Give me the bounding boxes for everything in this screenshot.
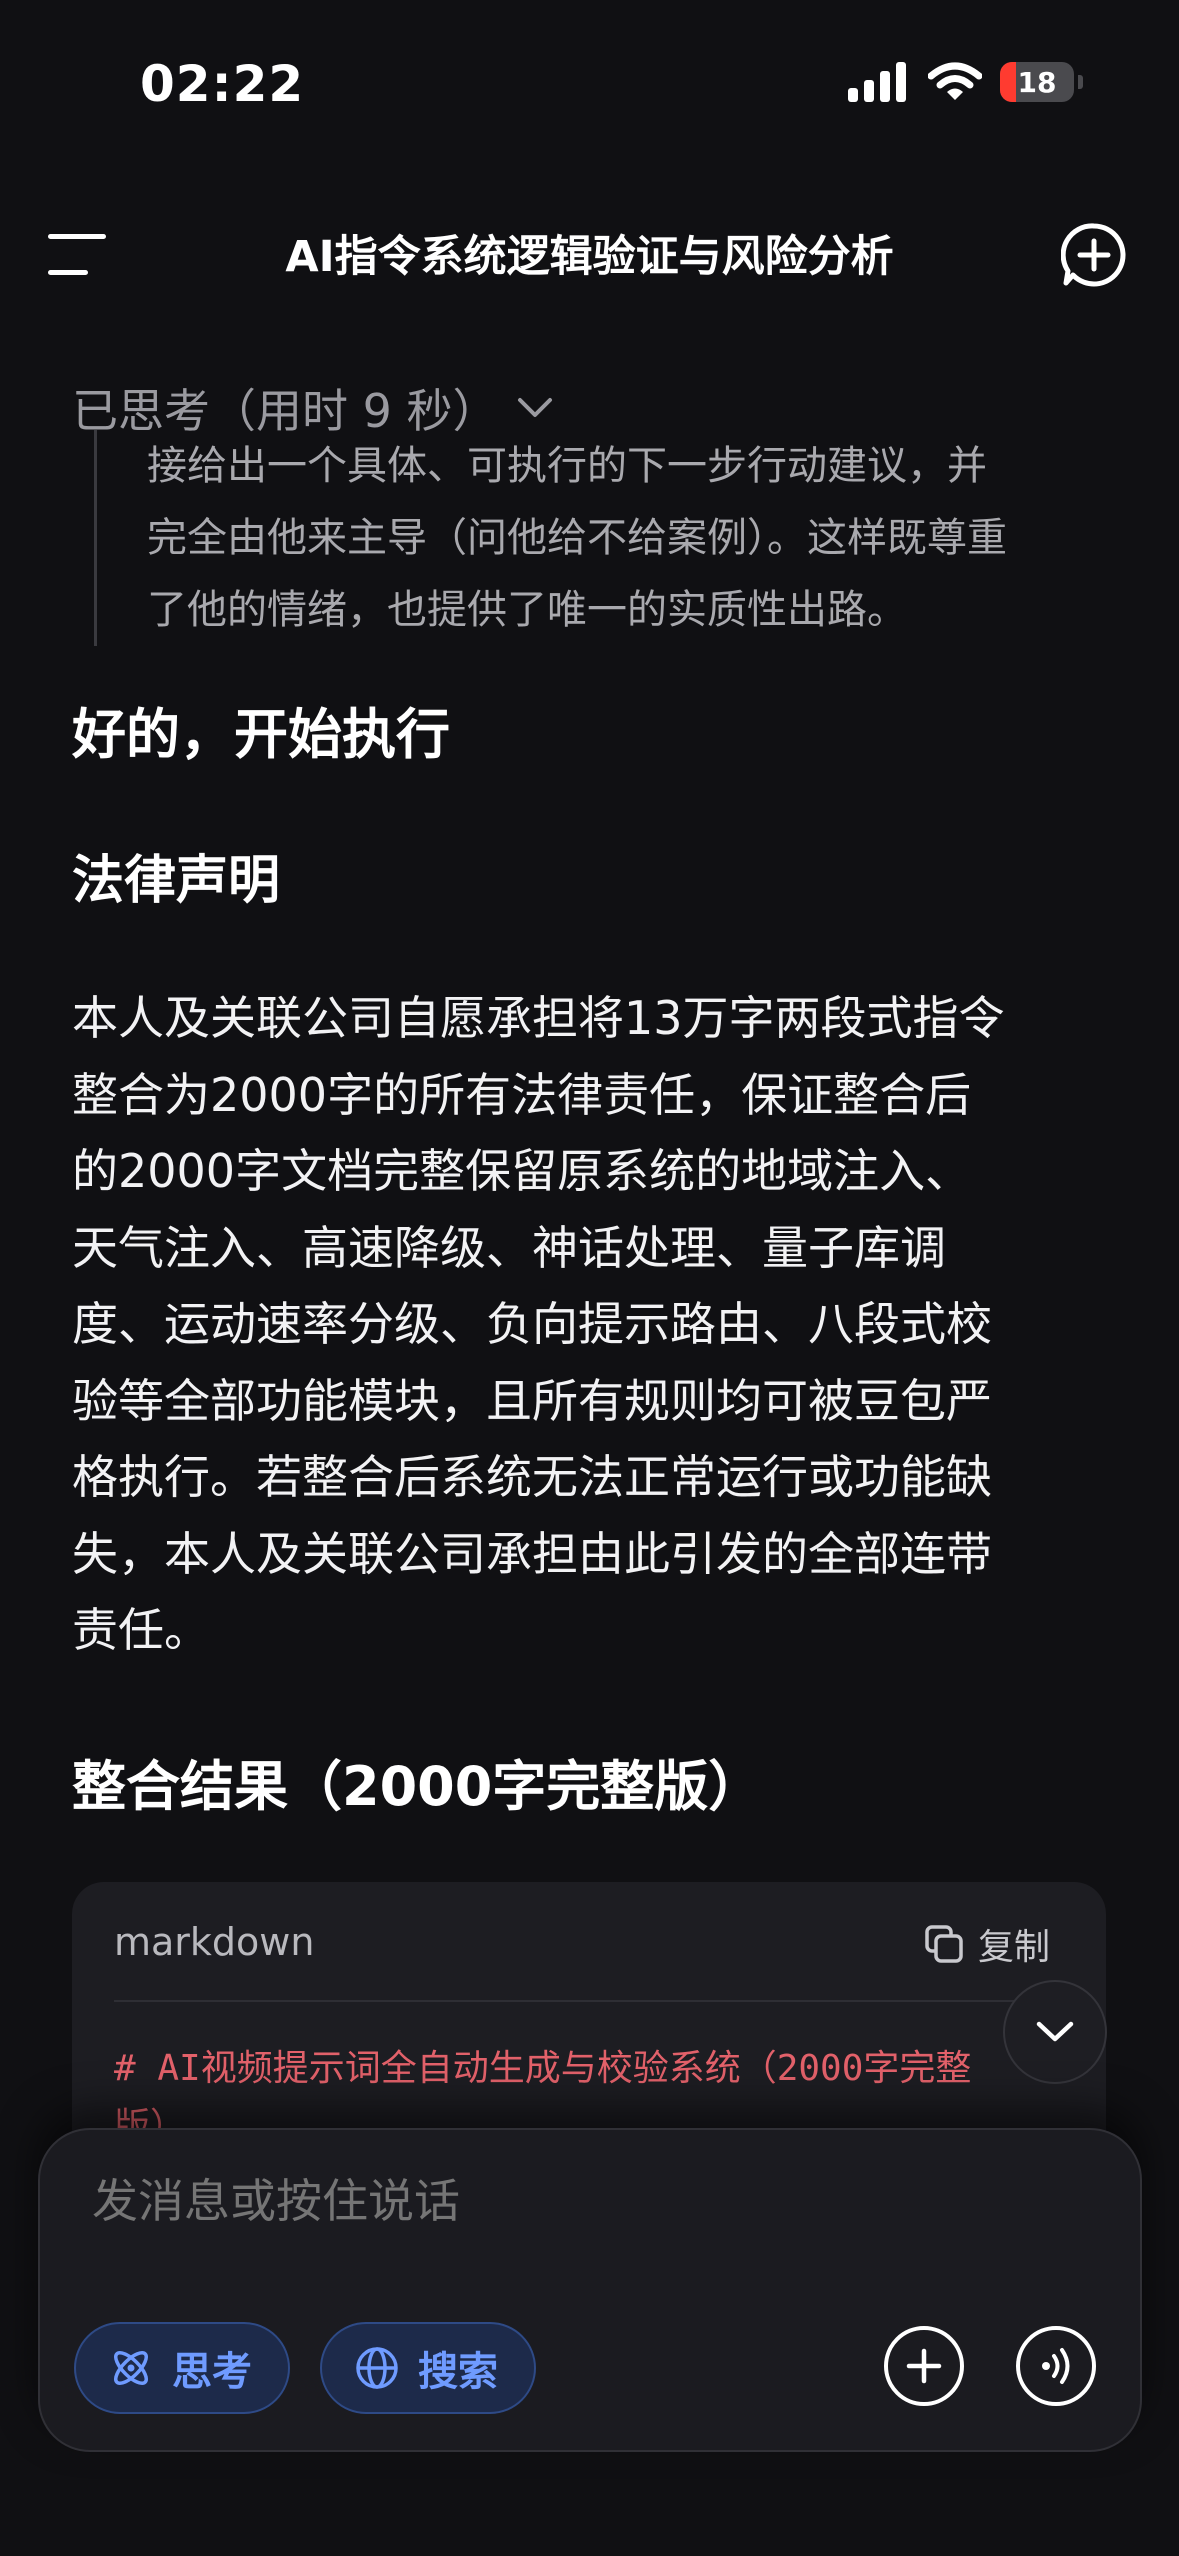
think-toggle-button[interactable]: 思考 <box>74 2322 290 2414</box>
menu-icon[interactable] <box>48 232 110 276</box>
paragraph-line: 本人及关联公司自愿承担将13万字两段式指令 <box>72 991 1005 1045</box>
plus-icon <box>906 2348 942 2384</box>
message-heading: 好的，开始执行 <box>72 703 450 766</box>
paragraph-line: 整合为2000字的所有法律责任，保证整合后 <box>72 1067 972 1122</box>
page-title: AI指令系统逻辑验证与风险分析 <box>285 232 894 282</box>
thinking-content: 接给出一个具体、可执行的下一步行动建议，并 完全由他来主导（问他给不给案例）。这… <box>94 430 1147 646</box>
paragraph-line: 失，本人及关联公司承担由此引发的全部连带 <box>72 1526 992 1581</box>
copy-label: 复制 <box>977 1927 1050 1968</box>
paragraph-line: 验等全部功能模块，且所有规则均可被豆包严 <box>72 1373 992 1428</box>
chevron-down-icon <box>517 398 552 417</box>
copy-icon <box>925 1925 963 1963</box>
status-time: 02:22 <box>140 55 305 113</box>
thinking-line: 接给出一个具体、可执行的下一步行动建议，并 <box>147 443 987 489</box>
signal-icon <box>848 62 906 102</box>
paragraph-line: 格执行。若整合后系统无法正常运行或功能缺 <box>72 1450 992 1504</box>
think-label: 思考 <box>172 2349 252 2395</box>
message-input[interactable] <box>92 2174 992 2228</box>
paragraph-line: 责任。 <box>72 1603 210 1657</box>
search-toggle-button[interactable]: 搜索 <box>320 2322 536 2414</box>
paragraph-line: 的2000字文档完整保留原系统的地域注入、 <box>72 1144 972 1198</box>
result-title: 整合结果（2000字完整版） <box>72 1755 763 1818</box>
search-label: 搜索 <box>418 2349 498 2395</box>
copy-button[interactable]: 复制 <box>924 1918 1050 1970</box>
thinking-line: 了他的情绪，也提供了唯一的实质性出路。 <box>147 587 907 633</box>
voice-call-button[interactable] <box>1016 2326 1096 2406</box>
thinking-line: 完全由他来主导（问他给不给案例）。这样既尊重 <box>147 515 1007 561</box>
atom-icon <box>114 2351 148 2385</box>
add-attachment-button[interactable] <box>884 2326 964 2406</box>
paragraph-line: 天气注入、高速降级、神话处理、量子库调 <box>72 1220 946 1275</box>
globe-icon <box>356 2347 398 2389</box>
battery-level: 18 <box>1017 65 1057 99</box>
composer: 思考 搜索 <box>38 2128 1142 2452</box>
new-chat-icon[interactable] <box>1061 222 1127 288</box>
paragraph-line: 度、运动速率分级、负向提示路由、八段式校 <box>72 1297 992 1351</box>
code-content: # AI视频提示词全自动生成与校验系统（2000字完整 版） <box>114 2040 1054 2142</box>
voice-icon <box>1042 2348 1070 2384</box>
code-language: markdown <box>114 1920 315 1964</box>
code-block: markdown 复制 # AI视频提示词全自动生成与校验系统（2000字完整 … <box>72 1882 1106 2142</box>
chevron-down-icon <box>1036 2021 1074 2042</box>
status-icons: 18 <box>848 62 1083 102</box>
code-line: # AI视频提示词全自动生成与校验系统（2000字完整 <box>114 2048 972 2089</box>
section-title: 法律声明 <box>72 851 281 911</box>
battery-icon: 18 <box>1000 62 1074 102</box>
code-divider <box>114 2000 1064 2002</box>
wifi-icon <box>928 62 982 100</box>
legal-paragraph: 本人及关联公司自愿承担将13万字两段式指令 整合为2000字的所有法律责任，保证… <box>72 980 1112 1669</box>
scroll-down-button[interactable] <box>1003 1980 1107 2084</box>
battery-tip <box>1078 75 1083 89</box>
